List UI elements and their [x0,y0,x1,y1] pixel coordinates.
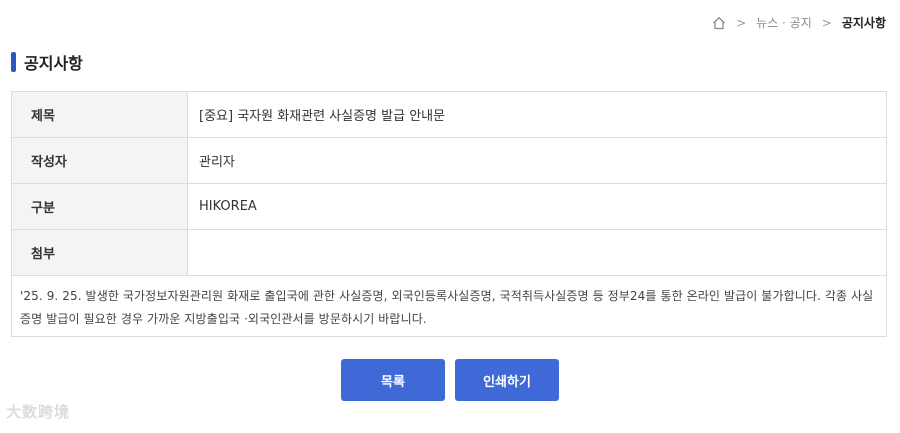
table-row-attachment: 첨부 [12,230,886,276]
watermark-logo: 大数跨境 [6,401,70,422]
breadcrumb-item-current[interactable]: 공지사항 [842,14,886,31]
list-button[interactable]: 목록 [341,359,445,401]
title-accent-bar [11,52,16,72]
chevron-right-icon: > [821,15,832,30]
notice-body: '25. 9. 25. 발생한 국가정보자원관리원 화재로 출입국에 관한 사실… [20,289,874,326]
notice-title-value: [중요] 국자원 화재관련 사실증명 발급 안내문 [199,109,446,124]
notice-page: > 뉴스 · 공지 > 공지사항 공지사항 제목 [중요] 국자원 화재관련 사… [0,0,900,433]
row-label-category: 구분 [12,184,188,229]
page-heading: 공지사항 [11,50,83,74]
row-label-title: 제목 [12,92,188,137]
print-button[interactable]: 인쇄하기 [455,359,559,401]
row-label-author: 작성자 [12,138,188,183]
notice-detail-table: 제목 [중요] 국자원 화재관련 사실증명 발급 안내문 작성자 관리자 구분 … [11,91,887,337]
notice-category-value: HIKOREA [199,199,257,214]
notice-author-value: 관리자 [199,155,235,170]
row-label-attachment: 첨부 [12,230,188,275]
table-row-category: 구분 HIKOREA [12,184,886,230]
notice-attachment-value [188,230,886,275]
breadcrumb-item-news[interactable]: 뉴스 · 공지 [756,14,812,31]
page-title: 공지사항 [24,54,83,73]
watermark-text: 大数跨境 [6,403,71,421]
table-row-author: 작성자 관리자 [12,138,886,184]
table-row-title: 제목 [중요] 국자원 화재관련 사실증명 발급 안내문 [12,92,886,138]
chevron-right-icon: > [736,15,747,30]
home-icon[interactable] [712,16,726,30]
breadcrumb: > 뉴스 · 공지 > 공지사항 [712,14,886,31]
action-buttons: 목록 인쇄하기 [0,359,900,401]
